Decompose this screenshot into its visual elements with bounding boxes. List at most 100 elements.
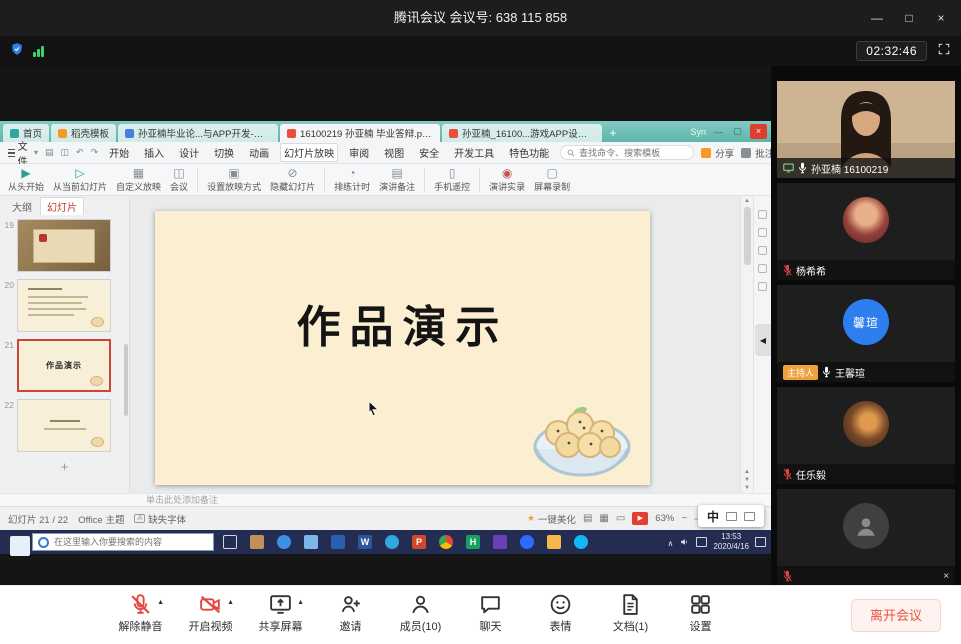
file-menu[interactable]: 文件: [8, 138, 38, 168]
network-tray-icon[interactable]: [696, 537, 707, 547]
sidebar-collapse-arrow[interactable]: [755, 324, 771, 356]
scroll-up-icon[interactable]: ▲: [744, 198, 750, 204]
ime-keyboard-icon[interactable]: [744, 512, 755, 521]
reading-view-icon[interactable]: [616, 513, 625, 524]
qq-icon[interactable]: [570, 532, 592, 552]
tray-expand-icon[interactable]: [668, 533, 674, 551]
slide-thumbnail-selected[interactable]: 作品演示: [17, 339, 111, 392]
scrollbar-thumb[interactable]: [744, 207, 751, 265]
start-video-button[interactable]: 开启视频: [182, 592, 239, 634]
share-button[interactable]: 分享: [701, 146, 734, 160]
powerpoint-icon[interactable]: P: [408, 532, 430, 552]
telegram-icon[interactable]: [381, 532, 403, 552]
command-search-input[interactable]: [579, 148, 687, 158]
ribbon-button[interactable]: 排练计时: [334, 167, 370, 193]
panel-scrollbar[interactable]: [124, 344, 128, 416]
slide-thumbnail-row[interactable]: 21 作品演示: [0, 339, 129, 392]
undo-icon[interactable]: [76, 147, 84, 158]
slides-tab[interactable]: 幻灯片: [40, 197, 84, 215]
security-shield-icon[interactable]: [10, 42, 24, 61]
wps-restore-icon[interactable]: ▢: [731, 126, 744, 137]
volume-icon[interactable]: [679, 537, 690, 547]
wps-menu-tab[interactable]: 动画: [245, 143, 273, 162]
wps-menu-tab[interactable]: 审阅: [345, 143, 373, 162]
current-slide[interactable]: 作品演示: [155, 211, 650, 485]
zoom-out-button[interactable]: −: [681, 513, 687, 524]
unmute-button[interactable]: 解除静音: [112, 592, 169, 634]
wps-menu-tab[interactable]: 安全: [415, 143, 443, 162]
ime-toolbar[interactable]: 中: [698, 505, 764, 527]
slideshow-play-button[interactable]: [632, 512, 648, 525]
chevron-up-icon[interactable]: [297, 599, 304, 606]
invite-button[interactable]: 邀请: [322, 592, 379, 634]
new-tab-button[interactable]: +: [604, 124, 622, 142]
slide-thumbnail-row[interactable]: 22: [0, 399, 129, 452]
participant-tile[interactable]: 馨瑄 主持人 王馨瑄: [777, 285, 955, 382]
h-app-icon[interactable]: H: [462, 532, 484, 552]
wps-tab-document[interactable]: 孙亚楠毕业论...与APP开发-任务书: [118, 124, 278, 142]
docs-button[interactable]: 文档(1): [602, 592, 659, 634]
side-tool-icon[interactable]: [758, 210, 767, 219]
close-button[interactable]: ×: [925, 0, 957, 36]
missing-font-warning[interactable]: 缺失字体: [134, 512, 186, 526]
participant-tile[interactable]: [777, 489, 955, 585]
scroll-down-icon[interactable]: ▼: [744, 485, 750, 491]
beautify-button[interactable]: 一键美化: [527, 512, 576, 526]
mail-icon[interactable]: [300, 532, 322, 552]
wps-menu-tab[interactable]: 开发工具: [450, 143, 498, 162]
side-tool-icon[interactable]: [758, 246, 767, 255]
action-center-icon[interactable]: [755, 537, 766, 547]
chat-button[interactable]: 聊天: [462, 592, 519, 634]
wps-minimize-icon[interactable]: —: [712, 127, 725, 137]
members-button[interactable]: 成员(10): [392, 592, 449, 634]
folder-icon[interactable]: [543, 532, 565, 552]
comment-button[interactable]: 批注: [741, 146, 771, 160]
redo-icon[interactable]: [91, 147, 99, 158]
wps-tab-presentation-active[interactable]: 16100219 孙亚楠 毕业答辩.pptx: [280, 124, 440, 142]
word-icon[interactable]: W: [354, 532, 376, 552]
emoji-button[interactable]: 表情: [532, 592, 589, 634]
ribbon-button[interactable]: 隐藏幻灯片: [270, 167, 315, 193]
slide-scrollbar[interactable]: ▲ ▲ ▼ ▼: [740, 196, 753, 493]
start-button[interactable]: [5, 532, 27, 552]
participant-tile[interactable]: 孙亚楠 16100219: [777, 81, 955, 178]
minimize-button[interactable]: —: [861, 0, 893, 36]
photos-icon[interactable]: [246, 532, 268, 552]
share-screen-button[interactable]: 共享屏幕: [252, 592, 309, 634]
add-slide-button[interactable]: +: [0, 459, 129, 474]
fullscreen-icon[interactable]: [937, 42, 951, 61]
leave-meeting-button[interactable]: 离开会议: [851, 599, 941, 632]
save-icon[interactable]: [45, 147, 54, 158]
taskbar-search-input[interactable]: [54, 537, 208, 547]
slide-sorter-icon[interactable]: [599, 513, 608, 524]
slide-thumbnail[interactable]: [17, 399, 111, 452]
participant-tile[interactable]: 任乐毅: [777, 387, 955, 484]
ribbon-button[interactable]: 演讲实录: [489, 167, 525, 193]
ime-pen-icon[interactable]: [726, 512, 737, 521]
wps-menu-tab[interactable]: 特色功能: [505, 143, 553, 162]
notes-bar[interactable]: 单击此处添加备注: [0, 493, 771, 506]
print-icon[interactable]: [61, 147, 70, 158]
settings-button[interactable]: 设置: [672, 592, 729, 634]
command-search-box[interactable]: [560, 145, 694, 160]
maximize-button[interactable]: □: [893, 0, 925, 36]
ribbon-button[interactable]: 从当前幻灯片: [53, 167, 107, 193]
wps-menu-tab[interactable]: 视图: [380, 143, 408, 162]
close-icon[interactable]: [943, 571, 949, 582]
taskbar-search-box[interactable]: [32, 533, 214, 551]
wps-tab-docer[interactable]: 稻壳模板: [51, 124, 116, 142]
ribbon-button[interactable]: 自定义放映: [116, 167, 161, 193]
side-tool-icon[interactable]: [758, 228, 767, 237]
slide-thumbnail-row[interactable]: 19: [0, 219, 129, 272]
task-view-icon[interactable]: [219, 532, 241, 552]
ribbon-button[interactable]: 手机遥控: [434, 167, 470, 193]
next-slide-icon[interactable]: ▼: [744, 477, 750, 483]
normal-view-icon[interactable]: [583, 513, 592, 524]
wps-menu-tab[interactable]: 切换: [210, 143, 238, 162]
wps-menu-tab[interactable]: 插入: [140, 143, 168, 162]
slide-thumbnail-row[interactable]: 20: [0, 279, 129, 332]
video-player-icon[interactable]: [489, 532, 511, 552]
wps-menu-tab[interactable]: 开始: [105, 143, 133, 162]
browser-icon[interactable]: [273, 532, 295, 552]
taskbar-clock[interactable]: 13:53 2020/4/16: [713, 532, 749, 552]
